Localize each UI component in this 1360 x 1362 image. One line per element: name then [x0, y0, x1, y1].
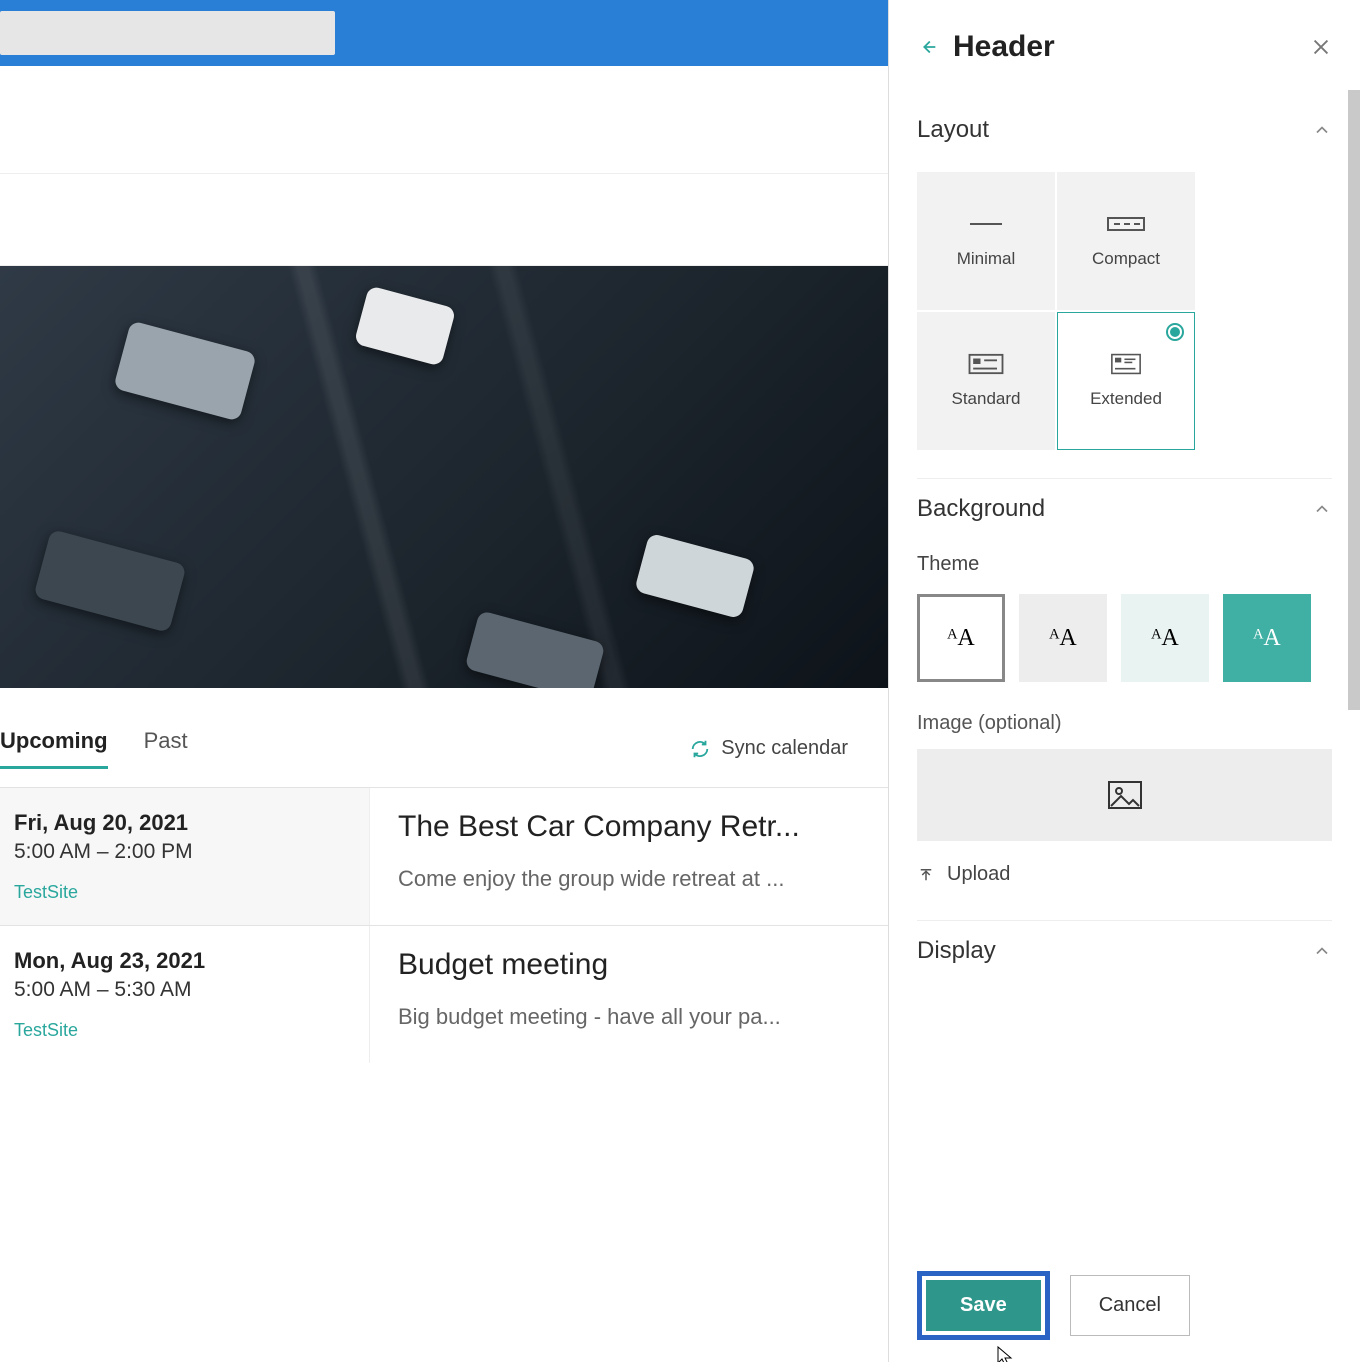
event-row[interactable]: Fri, Aug 20, 2021 5:00 AM – 2:00 PM Test… — [0, 787, 888, 925]
section-layout-header[interactable]: Layout — [917, 106, 1332, 160]
section-layout-label: Layout — [917, 116, 989, 144]
search-input[interactable] — [0, 11, 335, 55]
compact-icon — [1104, 213, 1148, 235]
event-title: Budget meeting — [398, 948, 860, 982]
extended-icon — [1104, 353, 1148, 375]
standard-icon — [964, 353, 1008, 375]
layout-option-compact[interactable]: Compact — [1057, 172, 1195, 310]
sync-calendar-button[interactable]: Sync calendar — [689, 737, 848, 760]
image-picker[interactable] — [917, 749, 1332, 841]
close-icon[interactable] — [1310, 36, 1332, 58]
sync-label: Sync calendar — [721, 737, 848, 760]
section-display-header[interactable]: Display — [917, 920, 1332, 981]
event-time: 5:00 AM – 5:30 AM — [14, 978, 349, 1002]
theme-label: Theme — [917, 553, 1332, 576]
event-date: Mon, Aug 23, 2021 — [14, 948, 349, 974]
back-arrow-icon[interactable] — [917, 36, 939, 58]
image-icon — [1107, 780, 1143, 810]
upload-icon — [917, 866, 935, 884]
header-spacer-2 — [0, 174, 888, 266]
theme-option-light[interactable]: ᴬA — [1121, 594, 1209, 682]
event-title: The Best Car Company Retr... — [398, 810, 860, 844]
top-bar — [0, 0, 888, 66]
layout-option-standard[interactable]: Standard — [917, 312, 1055, 450]
tab-past[interactable]: Past — [144, 728, 188, 769]
theme-option-gray[interactable]: ᴬA — [1019, 594, 1107, 682]
main-content: Upcoming Past Sync calendar Fri, Aug 20,… — [0, 0, 888, 1362]
upload-label: Upload — [947, 863, 1010, 886]
layout-options: Minimal Compact Standard Extended — [917, 172, 1332, 450]
chevron-up-icon — [1312, 941, 1332, 961]
tab-upcoming[interactable]: Upcoming — [0, 728, 108, 769]
event-site-link[interactable]: TestSite — [14, 882, 349, 903]
settings-panel: Header Layout Minimal Compact — [888, 0, 1360, 1362]
save-button-highlight: Save — [917, 1271, 1050, 1340]
section-background-label: Background — [917, 495, 1045, 523]
event-tabs: Upcoming Past — [0, 728, 188, 769]
layout-option-extended[interactable]: Extended — [1057, 312, 1195, 450]
header-spacer-1 — [0, 66, 888, 174]
cancel-button[interactable]: Cancel — [1070, 1275, 1190, 1336]
minimal-icon — [964, 213, 1008, 235]
save-button[interactable]: Save — [926, 1280, 1041, 1331]
chevron-up-icon — [1312, 120, 1332, 140]
section-display-label: Display — [917, 937, 996, 965]
layout-option-minimal[interactable]: Minimal — [917, 172, 1055, 310]
panel-title: Header — [953, 30, 1296, 64]
events-list: Fri, Aug 20, 2021 5:00 AM – 2:00 PM Test… — [0, 787, 888, 1063]
image-label: Image (optional) — [917, 712, 1332, 735]
theme-option-accent[interactable]: ᴬA — [1223, 594, 1311, 682]
hero-image — [0, 266, 888, 688]
event-desc: Come enjoy the group wide retreat at ... — [398, 866, 860, 892]
panel-footer: Save Cancel — [889, 1249, 1360, 1362]
event-desc: Big budget meeting - have all your pa... — [398, 1004, 860, 1030]
section-background-header[interactable]: Background — [917, 478, 1332, 539]
selected-radio-icon — [1166, 323, 1184, 341]
chevron-up-icon — [1312, 499, 1332, 519]
theme-option-white[interactable]: ᴬA — [917, 594, 1005, 682]
layout-option-label: Compact — [1092, 249, 1160, 269]
event-row[interactable]: Mon, Aug 23, 2021 5:00 AM – 5:30 AM Test… — [0, 925, 888, 1063]
event-site-link[interactable]: TestSite — [14, 1020, 349, 1041]
layout-option-label: Extended — [1090, 389, 1162, 409]
upload-button[interactable]: Upload — [917, 863, 1332, 886]
theme-options: ᴬA ᴬA ᴬA ᴬA — [917, 594, 1332, 682]
sync-icon — [689, 738, 711, 760]
layout-option-label: Standard — [952, 389, 1021, 409]
event-date: Fri, Aug 20, 2021 — [14, 810, 349, 836]
event-time: 5:00 AM – 2:00 PM — [14, 840, 349, 864]
cursor-icon — [996, 1345, 1014, 1362]
panel-scrollbar[interactable] — [1348, 90, 1360, 710]
layout-option-label: Minimal — [957, 249, 1016, 269]
